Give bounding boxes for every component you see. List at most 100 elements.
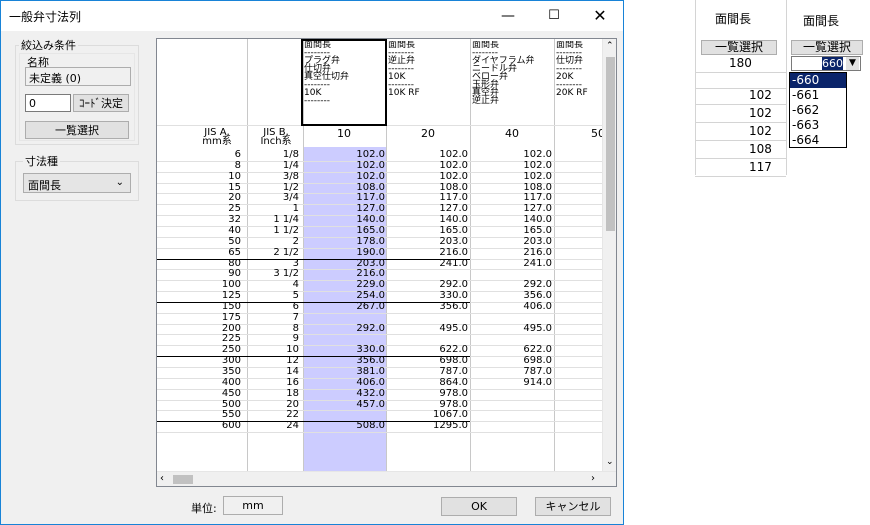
value-cell[interactable]: 495.0 bbox=[472, 323, 552, 335]
sheet-list-button-2[interactable]: 一覧選択 bbox=[791, 40, 863, 55]
scroll-thumb[interactable] bbox=[606, 57, 615, 231]
sheet-row-line bbox=[695, 158, 786, 159]
cancel-button[interactable]: キャンセル bbox=[535, 497, 611, 516]
sheet-header-2: 面間長 bbox=[803, 14, 840, 28]
scroll-right-icon[interactable]: › bbox=[591, 473, 595, 484]
value-cell[interactable]: 203.0 bbox=[388, 236, 468, 248]
size-cell: 18 bbox=[286, 387, 299, 399]
dimension-grid[interactable]: 面間長 -------- プラグ弁 仕切弁 真空仕切弁 -------- 10K… bbox=[156, 38, 617, 487]
ok-button[interactable]: OK bbox=[441, 497, 517, 516]
col-label-jis-a: JIS A, mm系 bbox=[202, 128, 232, 146]
minimize-icon[interactable]: — bbox=[485, 1, 531, 31]
size-cell: 3 1/2 bbox=[273, 268, 299, 280]
list-select-button[interactable]: 一覧選択 bbox=[25, 121, 129, 139]
scroll-up-icon[interactable]: ⌃ bbox=[606, 41, 614, 51]
size-cell: 5 bbox=[292, 290, 299, 302]
header-cell-40[interactable]: 面間長 -------- ダイヤフラム弁 ニードル弁 ベロー弁 玉形弁 真空弁 … bbox=[472, 41, 554, 125]
value-cell[interactable]: 292.0 bbox=[305, 323, 385, 335]
value-cell[interactable]: 216.0 bbox=[388, 247, 468, 259]
value-cell[interactable]: 406.0 bbox=[472, 301, 552, 313]
dialog-window: 一般弁寸法列 — ☐ ✕ 絞込み条件 名称 未定義 (0) 0 ｺｰﾄﾞ決定 一… bbox=[0, 0, 624, 525]
size-cell: 10 bbox=[228, 170, 241, 182]
size-cell: 4 bbox=[292, 279, 299, 291]
sheet-combo-value: 660 bbox=[822, 57, 843, 70]
value-cell[interactable]: 102.0 bbox=[472, 160, 552, 172]
value-cell[interactable]: 216.0 bbox=[472, 247, 552, 259]
col-label-20: 20 bbox=[421, 127, 435, 140]
header-cell-50[interactable]: 面間長 -------- 仕切弁 -------- 20K -------- 2… bbox=[556, 41, 602, 125]
sheet-cell-value: 117 bbox=[749, 160, 772, 174]
chevron-down-icon: ⌄ bbox=[115, 177, 124, 188]
col-label-40: 40 bbox=[505, 127, 519, 140]
header-cell-20[interactable]: 面間長 -------- 逆止弁 -------- 10K -------- 1… bbox=[388, 41, 470, 125]
name-value: 未定義 (0) bbox=[25, 67, 131, 86]
size-cell: 1 1/2 bbox=[273, 224, 299, 236]
value-cell[interactable]: 190.0 bbox=[305, 247, 385, 259]
value-cell[interactable]: 102.0 bbox=[388, 171, 468, 183]
code-decide-button[interactable]: ｺｰﾄﾞ決定 bbox=[73, 94, 129, 112]
sheet-cell-value: 102 bbox=[749, 124, 772, 138]
value-cell[interactable]: 102.0 bbox=[388, 160, 468, 172]
size-cell: 7 bbox=[292, 311, 299, 323]
dim-type-value: 面間長 bbox=[28, 179, 61, 192]
size-cell: 8 bbox=[234, 159, 241, 171]
value-cell[interactable]: 406.0 bbox=[305, 377, 385, 389]
sheet-header-1: 面間長 bbox=[715, 12, 752, 26]
value-cell[interactable]: 864.0 bbox=[388, 377, 468, 389]
sheet-dropdown-list[interactable]: -660 -661 -662 -663 -664 bbox=[789, 72, 847, 148]
combo-arrow-icon[interactable]: ▼ bbox=[846, 57, 859, 70]
dim-group-label: 寸法種 bbox=[23, 153, 60, 169]
dropdown-option[interactable]: -660 bbox=[790, 73, 846, 88]
vertical-scrollbar[interactable]: ⌃ ⌄ bbox=[602, 39, 616, 471]
value-cell[interactable]: 457.0 bbox=[305, 399, 385, 411]
size-cell: 8 bbox=[292, 322, 299, 334]
value-cell[interactable]: 102.0 bbox=[305, 160, 385, 172]
horizontal-scrollbar[interactable]: ‹ › bbox=[157, 471, 616, 486]
row-divider bbox=[157, 432, 602, 434]
size-cell: 65 bbox=[228, 246, 241, 258]
dropdown-option[interactable]: -661 bbox=[790, 88, 846, 103]
value-cell[interactable]: 508.0 bbox=[305, 421, 385, 432]
dropdown-option[interactable]: -663 bbox=[790, 118, 846, 133]
value-cell[interactable]: 267.0 bbox=[305, 301, 385, 313]
size-cell: 450 bbox=[221, 387, 241, 399]
value-cell[interactable]: 914.0 bbox=[472, 377, 552, 389]
header-cell-10[interactable]: 面間長 -------- プラグ弁 仕切弁 真空仕切弁 -------- 10K… bbox=[304, 41, 386, 125]
scroll-left-icon[interactable]: ‹ bbox=[160, 473, 164, 484]
scroll-down-icon[interactable]: ⌄ bbox=[606, 457, 614, 467]
value-cell[interactable]: 102.0 bbox=[472, 171, 552, 183]
value-cell[interactable]: 102.0 bbox=[305, 171, 385, 183]
dropdown-option[interactable]: -664 bbox=[790, 133, 846, 148]
size-cell: 3/8 bbox=[282, 170, 299, 182]
filter-group-label: 絞込み条件 bbox=[19, 37, 78, 53]
code-input[interactable]: 0 bbox=[25, 94, 71, 112]
title-bar[interactable]: 一般弁寸法列 — ☐ ✕ bbox=[1, 1, 623, 31]
size-cell: 6 bbox=[234, 149, 241, 160]
value-cell[interactable]: 241.0 bbox=[472, 258, 552, 270]
sheet-list-button-1[interactable]: 一覧選択 bbox=[701, 40, 777, 55]
dropdown-option[interactable]: -662 bbox=[790, 103, 846, 118]
sheet-row-line bbox=[695, 104, 786, 105]
size-cell: 600 bbox=[221, 420, 241, 432]
value-cell[interactable]: 432.0 bbox=[305, 388, 385, 400]
h-scroll-thumb[interactable] bbox=[173, 475, 193, 484]
unit-label: 単位: bbox=[191, 502, 217, 515]
size-cell: 6 bbox=[292, 300, 299, 312]
value-cell[interactable]: 356.0 bbox=[388, 301, 468, 313]
value-cell[interactable]: 241.0 bbox=[388, 258, 468, 270]
size-cell: 50 bbox=[228, 235, 241, 247]
sheet-cell-value: 108 bbox=[749, 142, 772, 156]
value-cell[interactable]: 1295.0 bbox=[388, 421, 468, 432]
sheet-combo[interactable]: 660 ▼ bbox=[791, 56, 861, 71]
value-cell[interactable]: 495.0 bbox=[388, 323, 468, 335]
value-cell[interactable]: 978.0 bbox=[388, 388, 468, 400]
size-cell: 24 bbox=[286, 420, 299, 432]
value-cell[interactable]: 203.0 bbox=[472, 236, 552, 248]
dim-type-select[interactable]: 面間長 ⌄ bbox=[23, 173, 131, 193]
close-icon[interactable]: ✕ bbox=[577, 1, 623, 31]
size-cell: 2 bbox=[292, 235, 299, 247]
sheet-inset: 面間長 面間長 一覧選択 一覧選択 180 660 ▼ -660 -661 -662… bbox=[695, 0, 870, 177]
size-cell: 2 1/2 bbox=[273, 246, 299, 258]
value-cell[interactable]: 178.0 bbox=[305, 236, 385, 248]
maximize-icon[interactable]: ☐ bbox=[531, 1, 577, 31]
